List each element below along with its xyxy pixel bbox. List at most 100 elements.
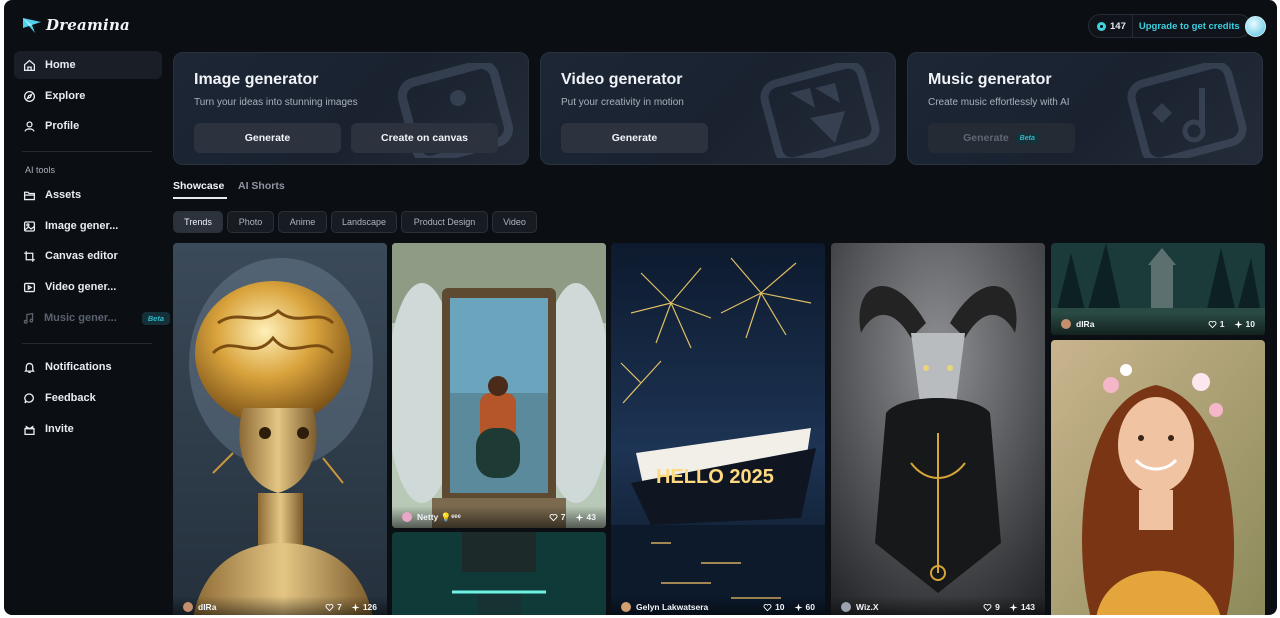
like-count[interactable]: 10 [763, 602, 785, 612]
heart-icon [1208, 320, 1217, 328]
author-avatar [841, 602, 851, 612]
filter-trends[interactable]: Trends [173, 211, 223, 233]
ship-caption: HELLO 2025 [656, 466, 774, 488]
bell-icon [22, 360, 36, 374]
card-title: Video generator [561, 71, 683, 88]
sidebar-item-canvas-editor[interactable]: Canvas editor [14, 242, 162, 270]
avatar[interactable] [1245, 16, 1266, 37]
tab-showcase[interactable]: Showcase [173, 180, 224, 192]
author-name: dIRa [198, 602, 217, 612]
section-label-ai-tools: AI tools [25, 165, 56, 175]
upgrade-link[interactable]: Upgrade to get credits [1131, 15, 1250, 37]
use-count[interactable]: 60 [793, 602, 815, 612]
video-generator-card[interactable]: Video generator Put your creativity in m… [540, 52, 896, 165]
gallery-item-meta: dIRa 7 126 [173, 596, 387, 615]
gallery-item-mirror-surreal[interactable]: Netty 💡ᵉᵉᵉ 7 43 [392, 243, 606, 528]
image-generator-card[interactable]: Image generator Turn your ideas into stu… [173, 52, 529, 165]
use-count[interactable]: 126 [351, 602, 377, 612]
use-value: 143 [1020, 602, 1035, 612]
filter-photo[interactable]: Photo [227, 211, 274, 233]
gallery-item-goat[interactable]: Wiz.X 9 143 [831, 243, 1045, 615]
author-avatar [183, 602, 193, 612]
like-value: 1 [1219, 319, 1225, 329]
crop-icon [22, 249, 36, 263]
use-count[interactable]: 10 [1233, 319, 1255, 329]
sidebar-item-image-generator[interactable]: Image gener... [14, 212, 162, 240]
home-icon [22, 58, 36, 72]
author-avatar [402, 512, 412, 522]
use-count[interactable]: 43 [574, 512, 596, 522]
sidebar-item-label: Canvas editor [45, 250, 118, 262]
sidebar-item-video-generator[interactable]: Video gener... [14, 273, 162, 301]
gallery-image [1051, 340, 1265, 615]
gallery-item-cruise-fireworks[interactable]: HELLO 2025 Gelyn Lakwatsera 10 60 [611, 243, 825, 615]
filter-product-design[interactable]: Product Design [401, 211, 488, 233]
image-generate-button[interactable]: Generate [194, 123, 341, 153]
heart-icon [763, 603, 772, 611]
compass-icon [22, 89, 36, 103]
beta-badge: Beta [141, 311, 171, 325]
author-name: Netty 💡ᵉᵉᵉ [417, 511, 461, 522]
button-label: Generate [963, 132, 1009, 144]
dreamina-logo[interactable]: Dreamina [22, 16, 130, 34]
sidebar-item-invite[interactable]: Invite [14, 415, 162, 443]
video-generate-button[interactable]: Generate [561, 123, 708, 153]
beta-badge: Beta [1014, 132, 1040, 144]
gallery-item-meta: Gelyn Lakwatsera 10 60 [611, 596, 825, 615]
sparkle-icon [351, 602, 360, 612]
filter-anime[interactable]: Anime [278, 211, 327, 233]
sidebar-item-assets[interactable]: Assets [14, 181, 162, 209]
filter-video[interactable]: Video [492, 211, 537, 233]
gallery-item-golden-brain[interactable]: dIRa 7 126 [173, 243, 387, 615]
gallery-item-teal-scene[interactable] [392, 532, 606, 615]
gallery-item-meta: dIRa 1 10 [1051, 313, 1265, 335]
credits-value: 147 [1110, 20, 1126, 32]
credits-icon [1097, 21, 1106, 31]
gallery-item-meta: Wiz.X 9 143 [831, 596, 1045, 615]
create-on-canvas-button[interactable]: Create on canvas [351, 123, 498, 153]
sidebar-item-notifications[interactable]: Notifications [14, 353, 162, 381]
heart-icon [549, 513, 558, 521]
sidebar-item-explore[interactable]: Explore [14, 82, 162, 110]
like-count[interactable]: 7 [325, 602, 342, 612]
app-window: Dreamina Home Explore Profile AI tools A… [4, 0, 1277, 615]
logo-text: Dreamina [46, 16, 130, 34]
image-icon [22, 219, 36, 233]
like-count[interactable]: 9 [983, 602, 1000, 612]
music-icon [22, 311, 35, 325]
tab-ai-shorts[interactable]: AI Shorts [238, 180, 285, 192]
heart-icon [983, 603, 992, 611]
author-avatar [1061, 319, 1071, 329]
gallery-item-forest[interactable]: dIRa 1 10 [1051, 243, 1265, 335]
card-title: Music generator [928, 71, 1052, 88]
credits-badge[interactable]: 147 Upgrade to get credits [1088, 14, 1251, 38]
sidebar-item-label: Video gener... [45, 281, 117, 293]
like-value: 7 [560, 512, 566, 522]
like-count[interactable]: 7 [549, 512, 566, 522]
like-count[interactable]: 1 [1208, 319, 1225, 329]
sidebar-item-music-generator[interactable]: Music gener... Beta [14, 304, 171, 332]
sidebar-item-label: Profile [45, 120, 80, 132]
gallery-image [392, 532, 606, 615]
sidebar-item-home[interactable]: Home [14, 51, 162, 79]
author-name: dIRa [1076, 319, 1095, 329]
use-value: 126 [362, 602, 377, 612]
video-deco-icon [760, 63, 880, 158]
like-value: 7 [337, 602, 342, 612]
author-avatar [621, 602, 631, 612]
user-icon [22, 119, 36, 133]
music-generator-card[interactable]: Music generator Create music effortlessl… [907, 52, 1263, 165]
card-subtitle: Put your creativity in motion [561, 97, 684, 108]
music-generate-button[interactable]: Generate Beta [928, 123, 1075, 153]
active-tab-indicator [173, 197, 227, 199]
gallery-item-flower-portrait[interactable] [1051, 340, 1265, 615]
sidebar-item-profile[interactable]: Profile [14, 112, 162, 140]
card-title: Image generator [194, 71, 319, 88]
sidebar-item-feedback[interactable]: Feedback [14, 384, 162, 412]
filter-landscape[interactable]: Landscape [331, 211, 397, 233]
author-name: Wiz.X [856, 602, 879, 612]
use-count[interactable]: 143 [1009, 602, 1035, 612]
gallery-image: HELLO 2025 [611, 243, 825, 615]
gallery-item-meta: Netty 💡ᵉᵉᵉ 7 43 [392, 506, 606, 528]
author-name: Gelyn Lakwatsera [636, 602, 709, 612]
